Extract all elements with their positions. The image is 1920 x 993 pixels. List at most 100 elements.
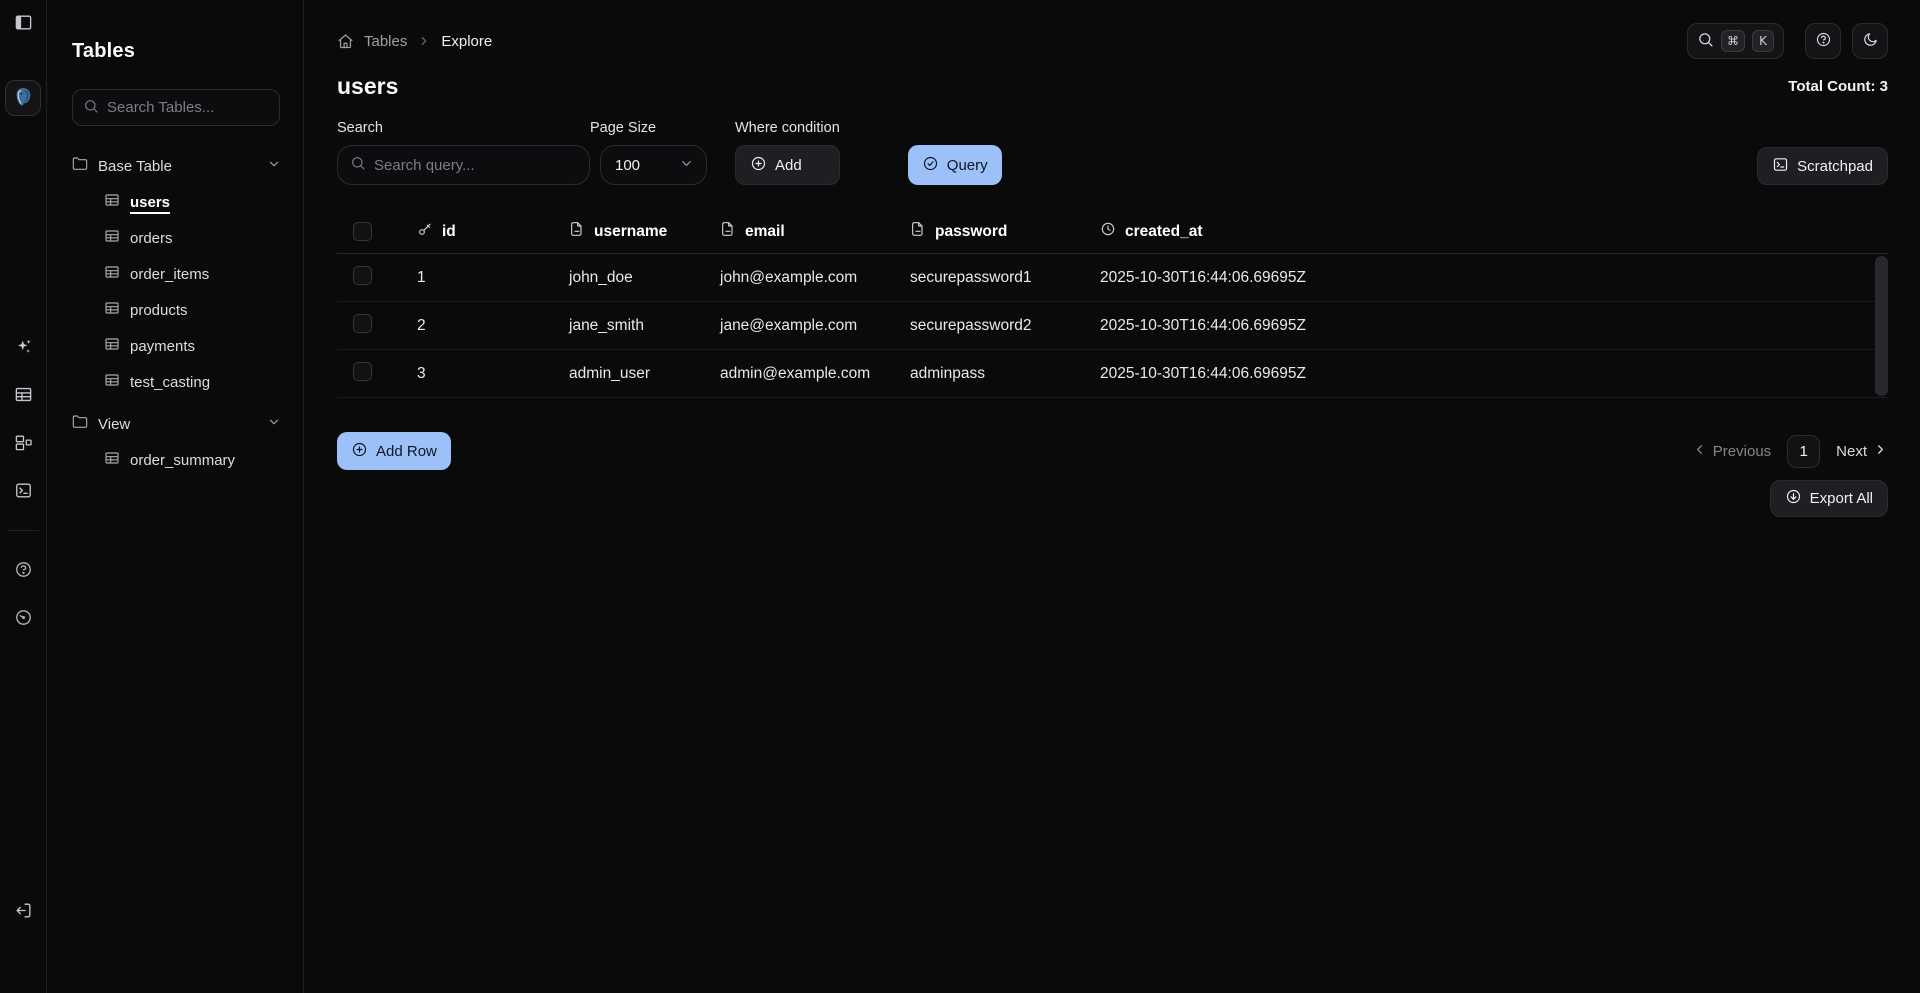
column-header-email[interactable]: email xyxy=(708,221,898,242)
column-header-password[interactable]: password xyxy=(898,221,1088,242)
column-header-id[interactable]: id xyxy=(405,221,557,242)
help-button[interactable] xyxy=(1805,23,1841,59)
main-content: Tables Explore ⌘ K xyxy=(304,0,1920,993)
previous-page-button[interactable]: Previous xyxy=(1692,442,1771,461)
cell-id: 1 xyxy=(405,269,557,287)
file-icon xyxy=(720,221,736,242)
search-icon xyxy=(350,155,366,175)
ai-assistant-button[interactable] xyxy=(7,332,39,364)
postgresql-logo-icon xyxy=(12,86,34,111)
total-count: Total Count: 3 xyxy=(1788,78,1888,95)
home-icon xyxy=(337,33,354,50)
select-all-checkbox[interactable] xyxy=(353,222,372,241)
clock-icon xyxy=(1100,221,1116,242)
postgresql-logo-button[interactable] xyxy=(5,80,41,116)
page-size-value: 100 xyxy=(615,157,640,174)
column-header-username[interactable]: username xyxy=(557,221,708,242)
circle-check-icon xyxy=(922,155,939,176)
breadcrumb: Tables Explore xyxy=(337,33,492,50)
column-header-created-at[interactable]: created_at xyxy=(1088,221,1888,242)
circle-plus-icon xyxy=(351,441,368,462)
cell-password: securepassword2 xyxy=(898,317,1088,335)
cell-created-at: 2025-10-30T16:44:06.69695Z xyxy=(1088,317,1888,335)
sidebar-item-label: products xyxy=(130,302,188,319)
rail-bottom-group xyxy=(7,896,39,928)
cell-email: admin@example.com xyxy=(708,365,898,383)
tree-folder-label: Base Table xyxy=(98,158,172,175)
file-icon xyxy=(569,221,585,242)
column-label: password xyxy=(935,223,1007,241)
sidebar-item-label: users xyxy=(130,194,170,211)
sidebar-item-payments[interactable]: payments xyxy=(47,328,303,364)
table-icon xyxy=(104,300,120,320)
query-button[interactable]: Query xyxy=(908,145,1002,185)
export-all-button[interactable]: Export All xyxy=(1770,480,1888,517)
add-condition-label: Add xyxy=(775,157,802,174)
data-table: id username email xyxy=(337,210,1888,398)
breadcrumb-tables-link[interactable]: Tables xyxy=(364,33,407,50)
table-row[interactable]: 2 jane_smith jane@example.com securepass… xyxy=(337,302,1888,350)
table-icon xyxy=(104,372,120,392)
cell-email: john@example.com xyxy=(708,269,898,287)
cell-password: securepassword1 xyxy=(898,269,1088,287)
add-row-button[interactable]: Add Row xyxy=(337,432,451,470)
circle-arrow-down-icon xyxy=(1785,488,1802,509)
tree-folder-view[interactable]: View xyxy=(47,406,303,442)
table-header-row: id username email xyxy=(337,210,1888,254)
sidebar-title: Tables xyxy=(72,40,303,63)
rail-middle-group xyxy=(7,332,39,508)
logout-button[interactable] xyxy=(7,896,39,928)
sidebar-item-products[interactable]: products xyxy=(47,292,303,328)
usage-gauge-button[interactable] xyxy=(7,603,39,635)
current-page-indicator[interactable]: 1 xyxy=(1787,435,1820,468)
query-search-input[interactable] xyxy=(374,157,577,174)
sidebar-item-order-summary[interactable]: order_summary xyxy=(47,442,303,478)
schema-nav-button[interactable] xyxy=(7,428,39,460)
next-page-button[interactable]: Next xyxy=(1836,442,1888,461)
sidebar-toggle-button[interactable] xyxy=(7,8,39,40)
file-icon xyxy=(910,221,926,242)
breadcrumb-current: Explore xyxy=(441,33,492,50)
query-search-box[interactable] xyxy=(337,145,590,185)
tables-tree: Base Table users orders order_items prod… xyxy=(47,148,303,478)
add-condition-button[interactable]: Add xyxy=(735,145,840,185)
cell-created-at: 2025-10-30T16:44:06.69695Z xyxy=(1088,269,1888,287)
logout-icon xyxy=(14,901,33,923)
tables-nav-button[interactable] xyxy=(7,380,39,412)
key-icon xyxy=(417,221,433,242)
cell-username: admin_user xyxy=(557,365,708,383)
folder-icon xyxy=(72,414,88,434)
sidebar-item-users[interactable]: users xyxy=(47,184,303,220)
query-button-label: Query xyxy=(947,157,988,174)
global-search-button[interactable]: ⌘ K xyxy=(1687,23,1784,59)
sidebar-item-label: payments xyxy=(130,338,195,355)
app-root: Tables Base Table users xyxy=(0,0,1920,993)
row-checkbox[interactable] xyxy=(353,266,372,285)
column-label: username xyxy=(594,223,667,241)
row-checkbox[interactable] xyxy=(353,314,372,333)
tree-folder-base-table[interactable]: Base Table xyxy=(47,148,303,184)
sidebar-item-order-items[interactable]: order_items xyxy=(47,256,303,292)
chevron-down-icon xyxy=(267,157,281,175)
help-rail-button[interactable] xyxy=(7,555,39,587)
terminal-square-icon xyxy=(14,481,33,503)
page-size-select[interactable]: 100 xyxy=(600,145,707,185)
vertical-scrollbar-thumb[interactable] xyxy=(1875,256,1888,396)
cell-id: 2 xyxy=(405,317,557,335)
icon-rail xyxy=(0,0,47,993)
terminal-nav-button[interactable] xyxy=(7,476,39,508)
cell-username: john_doe xyxy=(557,269,708,287)
row-checkbox[interactable] xyxy=(353,362,372,381)
table-row[interactable]: 1 john_doe john@example.com securepasswo… xyxy=(337,254,1888,302)
scratchpad-label: Scratchpad xyxy=(1797,158,1873,175)
kbd-k: K xyxy=(1752,30,1774,52)
add-row-label: Add Row xyxy=(376,443,437,460)
scratchpad-button[interactable]: Scratchpad xyxy=(1757,147,1888,185)
sidebar-search[interactable] xyxy=(72,89,280,126)
rail-lower-group xyxy=(7,555,39,635)
theme-toggle-button[interactable] xyxy=(1852,23,1888,59)
sidebar-item-orders[interactable]: orders xyxy=(47,220,303,256)
sidebar-item-test-casting[interactable]: test_casting xyxy=(47,364,303,400)
sidebar-search-input[interactable] xyxy=(107,99,269,116)
table-row[interactable]: 3 admin_user admin@example.com adminpass… xyxy=(337,350,1888,398)
